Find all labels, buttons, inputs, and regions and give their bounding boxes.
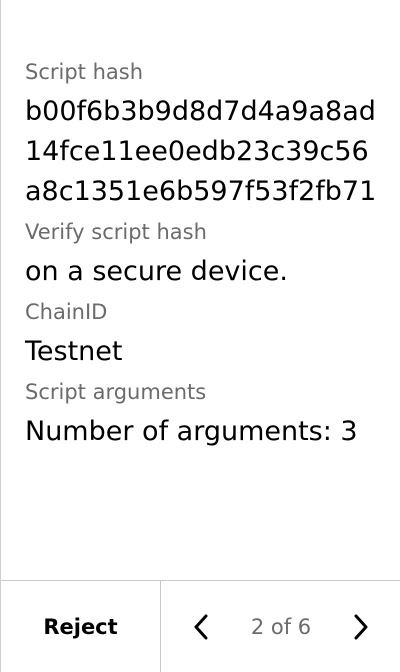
script-arguments-value: Number of arguments: 3 [25,416,358,447]
chevron-left-icon[interactable] [189,607,213,647]
script-hash-label: Script hash [25,60,144,84]
review-content: Script hash b00f6b3b9d8d7d4a9a8ad14fce11… [25,56,385,456]
review-screen: Script hash b00f6b3b9d8d7d4a9a8ad14fce11… [0,0,400,672]
reject-button[interactable]: Reject [1,581,161,672]
verify-label: Verify script hash [25,220,207,244]
action-footer: Reject 2 of 6 [1,580,400,672]
chain-id-value: Testnet [25,336,123,367]
page-indicator: 2 of 6 [250,615,312,639]
verify-value: on a secure device. [25,256,288,287]
script-arguments-label: Script arguments [25,380,207,404]
pager: 2 of 6 [161,581,400,672]
chevron-right-icon[interactable] [349,607,373,647]
script-hash-value: b00f6b3b9d8d7d4a9a8ad14fce11ee0edb23c39c… [25,96,377,207]
chain-id-label: ChainID [25,300,108,324]
